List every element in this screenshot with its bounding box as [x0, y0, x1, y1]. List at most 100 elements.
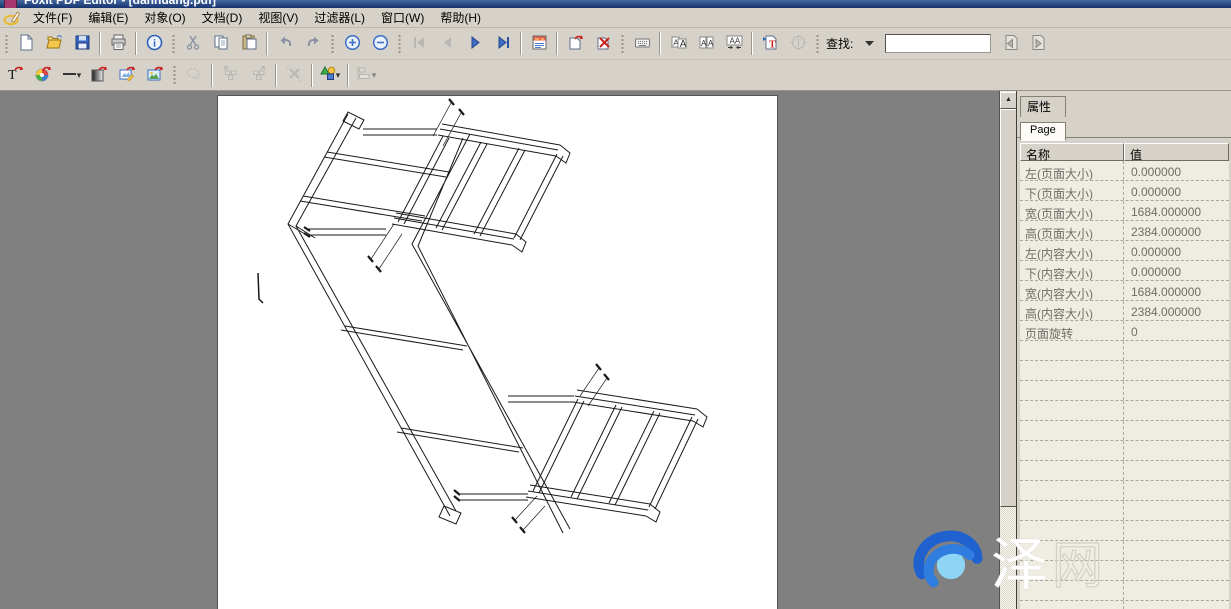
font-scale-button[interactable]: AA	[665, 31, 691, 56]
menu-item-6[interactable]: 窗口(W)	[373, 10, 432, 26]
menu-item-3[interactable]: 文档(D)	[194, 10, 251, 26]
column-header-name[interactable]: 名称	[1020, 143, 1124, 161]
copy-button[interactable]	[208, 31, 234, 56]
toolbar-grip[interactable]	[330, 33, 335, 55]
menu-item-7[interactable]: 帮助(H)	[432, 10, 489, 26]
add-text-button[interactable]: T	[2, 63, 28, 88]
document-canvas[interactable]	[0, 91, 999, 609]
clone-object-button[interactable]	[181, 63, 207, 88]
property-row-2[interactable]: 宽(页面大小)1684.000000	[1020, 201, 1229, 221]
toolbar-grip[interactable]	[815, 33, 820, 55]
toolbar-separator	[211, 64, 213, 87]
document-info-button[interactable]: i	[141, 31, 167, 56]
send-backward-button[interactable]	[217, 63, 243, 88]
font-pair-button[interactable]: AA	[693, 31, 719, 56]
property-row-5[interactable]: 下(内容大小)0.000000	[1020, 261, 1229, 281]
toolbar-grip[interactable]	[397, 33, 402, 55]
edit-image-button[interactable]	[114, 63, 140, 88]
chevron-down-icon: ▾	[372, 70, 377, 81]
cut-icon	[185, 34, 202, 54]
property-row-empty	[1020, 561, 1229, 581]
text-crosshair-button[interactable]: T	[785, 31, 811, 56]
page-form-button[interactable]	[526, 31, 552, 56]
tab-page[interactable]: Page	[1020, 122, 1066, 141]
undo-button[interactable]	[272, 31, 298, 56]
toolbar-grip[interactable]	[172, 64, 177, 86]
last-page-icon	[495, 34, 512, 54]
menu-item-2[interactable]: 对象(O)	[136, 10, 193, 26]
property-row-empty	[1020, 521, 1229, 541]
zoom-in-icon	[344, 34, 361, 54]
text-cursor-mark	[258, 273, 263, 303]
toolbar-grip[interactable]	[620, 33, 625, 55]
top-section-rails	[392, 124, 570, 252]
vertical-scrollbar[interactable]: ▲	[999, 91, 1016, 609]
prev-page-button[interactable]	[434, 31, 460, 56]
rail-end-caps	[288, 112, 461, 524]
paste-button[interactable]	[236, 31, 262, 56]
property-name	[1020, 541, 1124, 560]
title-bar: Foxit PDF Editor - [danhuang.pdf]	[0, 0, 1231, 8]
property-row-4[interactable]: 左(内容大小)0.000000	[1020, 241, 1229, 261]
property-name	[1020, 521, 1124, 540]
properties-tabstrip: Page	[1017, 117, 1231, 138]
property-name	[1020, 461, 1124, 480]
property-name: 高(页面大小)	[1020, 221, 1124, 240]
menu-item-1[interactable]: 编辑(E)	[80, 10, 136, 26]
property-name	[1020, 401, 1124, 420]
properties-table-header: 名称 值	[1020, 143, 1229, 161]
zoom-out-button[interactable]	[367, 31, 393, 56]
save-document-button[interactable]	[69, 31, 95, 56]
open-document-icon	[46, 34, 63, 54]
bring-forward-button[interactable]	[245, 63, 271, 88]
add-image-button[interactable]	[142, 63, 168, 88]
send-backward-icon	[222, 65, 239, 85]
font-kerning-button[interactable]: AA	[721, 31, 747, 56]
deselect-all-button[interactable]	[281, 63, 307, 88]
insert-shapes-button[interactable]: ▾	[317, 63, 343, 88]
scroll-thumb[interactable]	[1000, 109, 1017, 507]
find-input[interactable]	[885, 34, 991, 53]
keyboard-button[interactable]	[629, 31, 655, 56]
menu-item-4[interactable]: 视图(V)	[250, 10, 306, 26]
property-row-3[interactable]: 高(页面大小)2384.000000	[1020, 221, 1229, 241]
property-row-6[interactable]: 宽(内容大小)1684.000000	[1020, 281, 1229, 301]
redo-button[interactable]	[300, 31, 326, 56]
property-value: 1684.000000	[1124, 201, 1229, 220]
menu-item-0[interactable]: 文件(F)	[25, 10, 80, 26]
rotate-page-button[interactable]	[562, 31, 588, 56]
column-header-value[interactable]: 值	[1124, 143, 1229, 161]
find-next-button[interactable]	[1025, 31, 1051, 56]
insert-shapes-icon	[320, 65, 337, 85]
align-objects-icon	[356, 65, 373, 85]
cad-ladder-drawing	[218, 96, 777, 609]
new-document-button[interactable]	[13, 31, 39, 56]
add-gradient-button[interactable]	[86, 63, 112, 88]
pdf-page[interactable]	[218, 96, 777, 609]
property-row-0[interactable]: 左(页面大小)0.000000	[1020, 161, 1229, 181]
add-color-button[interactable]	[30, 63, 56, 88]
property-row-8[interactable]: 页面旋转0	[1020, 321, 1229, 341]
property-row-7[interactable]: 高(内容大小)2384.000000	[1020, 301, 1229, 321]
toolbar-grip[interactable]	[4, 33, 9, 55]
find-previous-button[interactable]	[997, 31, 1023, 56]
print-icon	[110, 34, 127, 54]
line-style-button[interactable]: ▾	[58, 63, 84, 88]
import-text-button[interactable]: T	[757, 31, 783, 56]
menu-item-5[interactable]: 过滤器(L)	[306, 10, 373, 26]
toolbar-grip[interactable]	[171, 33, 176, 55]
property-name: 下(内容大小)	[1020, 261, 1124, 280]
first-page-button[interactable]	[406, 31, 432, 56]
delete-page-icon	[595, 34, 612, 54]
property-row-1[interactable]: 下(页面大小)0.000000	[1020, 181, 1229, 201]
find-dropdown-button[interactable]	[856, 31, 882, 56]
cut-button[interactable]	[180, 31, 206, 56]
align-objects-button[interactable]: ▾	[353, 63, 379, 88]
open-document-button[interactable]	[41, 31, 67, 56]
last-page-button[interactable]	[490, 31, 516, 56]
delete-page-button[interactable]	[590, 31, 616, 56]
next-page-button[interactable]	[462, 31, 488, 56]
scroll-up-button[interactable]: ▲	[1000, 92, 1017, 109]
print-button[interactable]	[105, 31, 131, 56]
zoom-in-button[interactable]	[339, 31, 365, 56]
